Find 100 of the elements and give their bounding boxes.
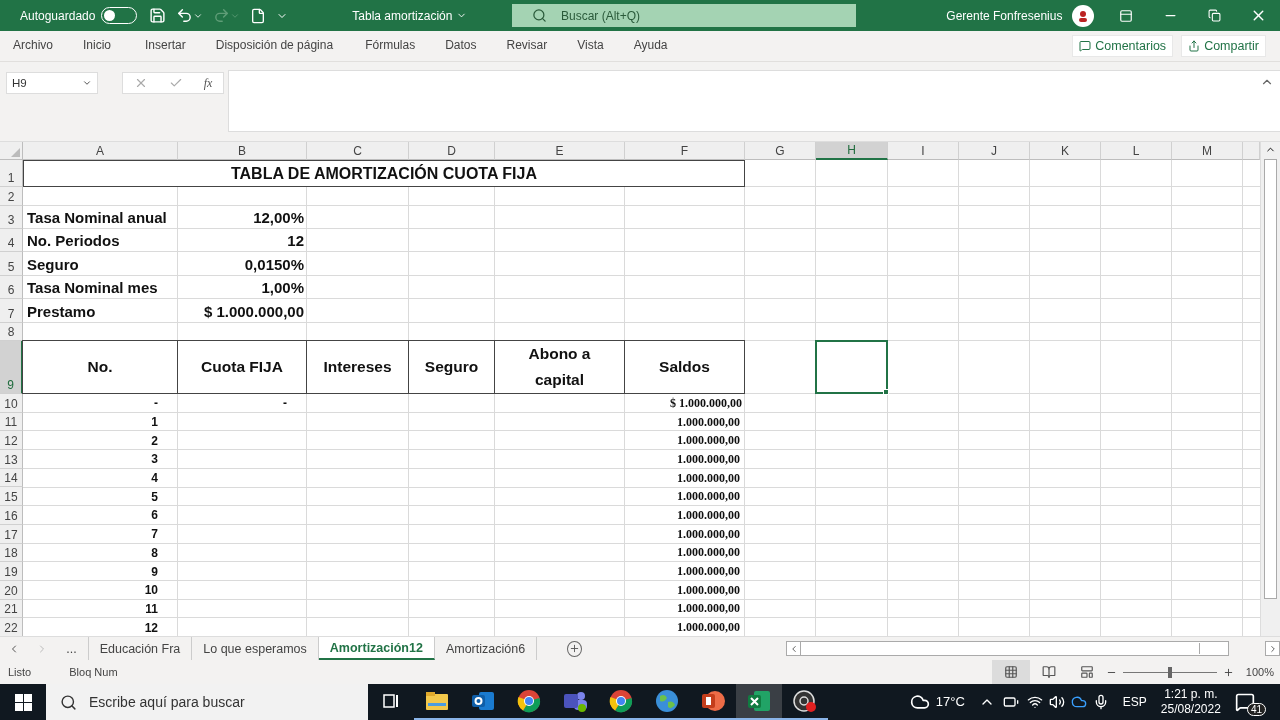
row-header[interactable]: 1	[0, 160, 23, 187]
row-header[interactable]: 7	[0, 299, 23, 323]
ribbon-tab[interactable]: Ayuda	[625, 31, 676, 61]
search-icon	[532, 8, 547, 23]
table-cell-text: -	[153, 395, 159, 413]
column-header[interactable]: K	[1030, 142, 1101, 160]
zoom-level[interactable]: 100%	[1245, 666, 1274, 678]
ribbon-tab[interactable]: Insertar	[137, 31, 194, 61]
new-file-icon[interactable]	[250, 7, 267, 24]
column-header[interactable]: L	[1101, 142, 1172, 160]
table-cell-text: Tasa Nominal anual	[26, 208, 168, 228]
table-cell-text: 5	[150, 488, 159, 506]
cloud-icon	[1070, 694, 1087, 710]
row-header[interactable]: 22	[0, 618, 23, 636]
autosave-label: Autoguardado	[20, 8, 96, 23]
column-header[interactable]: F	[625, 142, 745, 160]
weather-temperature[interactable]: 17°C	[935, 693, 965, 711]
table-cell-text: 1.000.000,00	[676, 544, 741, 562]
column-heading-cell: Saldos	[624, 340, 745, 394]
column-header[interactable]: C	[307, 142, 409, 160]
column-header[interactable]: M	[1172, 142, 1243, 160]
table-cell-text: 1.000.000,00	[676, 469, 741, 487]
table-cell-text: 1,00%	[260, 278, 305, 298]
table-cell-text: 1.000.000,00	[676, 525, 741, 543]
ribbon-tab[interactable]: Archivo	[5, 31, 61, 61]
row-header[interactable]: 13	[0, 450, 23, 469]
column-header[interactable]: G	[745, 142, 816, 160]
column-header[interactable]: E	[495, 142, 625, 160]
ribbon-tab[interactable]: Disposición de página	[207, 31, 342, 61]
table-cell-text: 1.000.000,00	[676, 413, 741, 431]
row-header[interactable]: 12	[0, 431, 23, 451]
battery-icon	[1002, 694, 1019, 710]
clock-date[interactable]: 25/08/2022	[1160, 702, 1221, 717]
column-header[interactable]: D	[409, 142, 495, 160]
share-button[interactable]: Compartir	[1181, 35, 1266, 57]
row-header[interactable]: 19	[0, 562, 23, 581]
table-cell-text: 1.000.000,00	[676, 488, 741, 506]
ribbon-tab[interactable]: Inicio	[75, 31, 120, 61]
normal-view-icon[interactable]	[991, 660, 1030, 684]
comment-icon	[1079, 40, 1092, 52]
ribbon-tab[interactable]: Fórmulas	[357, 31, 424, 61]
column-header[interactable]: A	[23, 142, 178, 160]
column-header[interactable]: I	[888, 142, 959, 160]
row-header[interactable]: 9	[0, 341, 23, 394]
recorder-icon	[792, 689, 818, 713]
user-avatar[interactable]	[1072, 4, 1095, 27]
team-app-icon	[562, 689, 588, 713]
sheet-title-cell: TABLA DE AMORTIZACIÓN CUOTA FIJA	[23, 160, 745, 187]
vertical-scrollbar[interactable]	[1260, 142, 1280, 636]
plus-icon	[569, 643, 581, 654]
row-header[interactable]: 5	[0, 252, 23, 276]
row-header[interactable]: 6	[0, 276, 23, 299]
table-cell-text: 12	[143, 619, 159, 636]
triangle-icon	[11, 148, 20, 157]
selected-cell[interactable]	[815, 340, 888, 394]
table-cell-text: 1.000.000,00	[676, 450, 741, 468]
clock-time[interactable]: 1:21 p. m.	[1164, 687, 1218, 702]
fill-handle[interactable]	[883, 389, 889, 395]
search-icon	[60, 693, 77, 711]
browser-icon	[609, 689, 633, 713]
row-header[interactable]: 8	[0, 323, 23, 341]
column-header[interactable]: H	[816, 142, 888, 160]
column-heading-cell: Seguro	[408, 340, 495, 394]
browser-icon	[517, 689, 541, 713]
language-indicator[interactable]: ESP	[1122, 694, 1147, 710]
column-heading-cell: No.	[22, 340, 178, 394]
row-header[interactable]: 3	[0, 206, 23, 229]
document-title[interactable]: Tabla amortización	[352, 8, 512, 23]
undo-icon[interactable]	[176, 7, 204, 24]
sheet-tab[interactable]: Amortización12	[318, 637, 435, 660]
share-icon	[1188, 40, 1201, 52]
table-cell-text: 11	[144, 600, 159, 618]
column-heading-cell: Abono a capital	[494, 340, 625, 394]
column-header[interactable]: J	[959, 142, 1030, 160]
horizontal-scrollbar[interactable]	[786, 641, 1230, 656]
row-header[interactable]: 10	[0, 394, 23, 413]
ribbon-tab[interactable]: Revisar	[498, 31, 556, 61]
table-cell-text: 4	[150, 470, 159, 488]
taskbar-search-field[interactable]: Escribe aquí para buscar	[46, 684, 368, 720]
table-cell-text: 1.000.000,00	[676, 563, 741, 581]
wifi-icon	[1026, 694, 1043, 710]
ribbon-tab[interactable]: Vista	[569, 31, 612, 61]
row-header[interactable]: 16	[0, 506, 23, 525]
scroll-thumb[interactable]	[1264, 159, 1277, 599]
save-icon[interactable]	[149, 7, 167, 24]
search-field[interactable]: Buscar (Alt+Q)	[512, 4, 857, 27]
table-cell-text: 6	[150, 507, 159, 525]
name-box[interactable]: H9	[6, 72, 98, 94]
row-header[interactable]: 15	[0, 487, 23, 507]
notification-count: 41	[1246, 702, 1266, 716]
comments-button[interactable]: Comentarios	[1072, 35, 1174, 57]
table-cell-text: 10	[143, 582, 159, 600]
presentation-app-icon	[700, 689, 726, 713]
table-cell-text: Seguro	[26, 254, 80, 275]
row-header[interactable]: 4	[0, 229, 23, 252]
insert-function-button[interactable]: fx	[203, 75, 213, 91]
zoom-in-icon[interactable]	[1222, 666, 1234, 678]
ribbon-tab[interactable]: Datos	[437, 31, 485, 61]
row-header[interactable]: 2	[0, 187, 23, 206]
column-header[interactable]: B	[178, 142, 307, 160]
